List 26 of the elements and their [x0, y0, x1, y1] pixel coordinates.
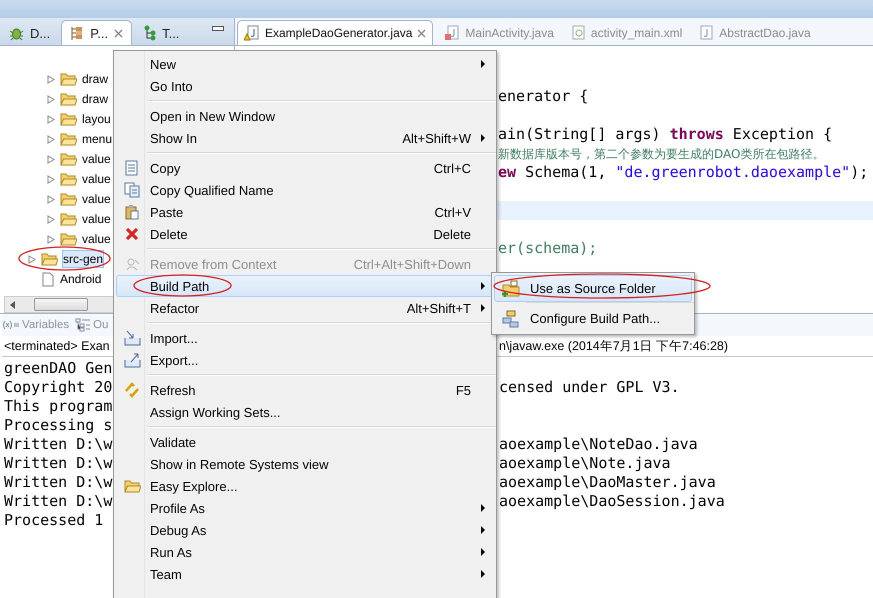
console-output: Written D:\w [3, 492, 114, 511]
console-output: Processed 1 [3, 511, 104, 530]
code-text: ew [498, 163, 516, 181]
console-status: n\javaw.exe (2014年7月1日 下午7:46:28) [499, 338, 728, 354]
console-output: censed under GPL V3. [499, 378, 680, 397]
code-text: enerator { [498, 87, 588, 105]
code-text: 新数据库版本号，第二个参数为要生成的DAO类所在包路径。 [498, 147, 824, 161]
console-output: Copyright 20 [3, 378, 114, 397]
console-output: greenDAO Gen [3, 359, 114, 378]
console-output: aoexample\NoteDao.java [499, 435, 698, 454]
code-text: "de.greenrobot.daoexample" [615, 163, 850, 181]
console-output: Processing s [3, 416, 114, 435]
code-text: throws [670, 125, 724, 143]
code-text: ); [850, 163, 868, 181]
code-text: Exception { [732, 125, 832, 143]
code-text: er(schema); [498, 239, 598, 257]
console-output: This program [3, 397, 114, 416]
console-output: Written D:\w [3, 473, 114, 492]
console-output: aoexample\DaoSession.java [499, 492, 725, 511]
console-output: Written D:\w [3, 454, 114, 473]
console-output: aoexample\Note.java [499, 454, 671, 473]
code-text: Schema(1, [524, 163, 608, 181]
console-status: <terminated> Exan [3, 339, 111, 353]
console-output: Written D:\w [3, 435, 114, 454]
code-text: ain(String[] args) [498, 125, 662, 143]
console-output: aoexample\DaoMaster.java [499, 473, 716, 492]
